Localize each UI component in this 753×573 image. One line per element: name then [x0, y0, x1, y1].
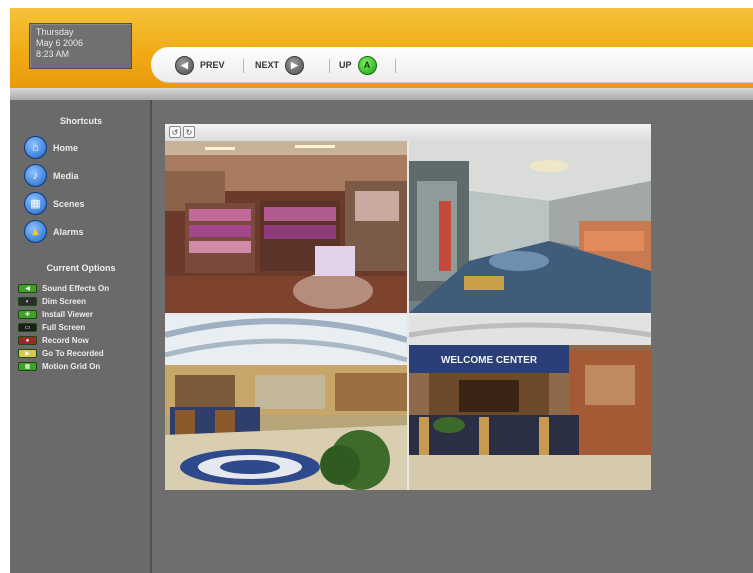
option-go-to-recorded[interactable]: ▶ Go To Recorded	[18, 349, 104, 358]
install-icon: ✚	[18, 310, 37, 319]
current-options-heading: Current Options	[46, 263, 116, 273]
rotate-left-icon[interactable]: ↺	[169, 126, 181, 138]
option-dim-screen[interactable]: ◐ Dim Screen	[18, 297, 86, 306]
prev-button[interactable]: ◀ PREV	[175, 55, 225, 75]
app-window: Thursday May 6 2006 8:23 AM ◀ PREV NEXT …	[10, 8, 753, 573]
option-motion-grid[interactable]: ▦ Motion Grid On	[18, 362, 100, 371]
option-label: Record Now	[42, 336, 89, 345]
chevron-left-icon: ◀	[175, 55, 194, 75]
header-divider	[10, 88, 753, 100]
welcome-center-sign: WELCOME CENTER	[441, 355, 538, 366]
camera-lobby[interactable]	[165, 315, 407, 490]
up-label: UP	[339, 60, 352, 70]
option-label: Motion Grid On	[42, 362, 101, 371]
warning-icon: ▲	[24, 220, 47, 243]
full-screen-icon: ▭	[18, 323, 37, 332]
sound-effects-icon: ◀	[18, 284, 37, 293]
option-label: Go To Recorded	[42, 349, 104, 358]
rotate-right-icon[interactable]: ↻	[183, 126, 195, 138]
shortcut-label: Scenes	[53, 198, 85, 209]
option-label: Full Screen	[42, 323, 86, 332]
nav-divider	[329, 59, 330, 73]
option-record-now[interactable]: ● Record Now	[18, 336, 89, 345]
sidebar: Shortcuts ⌂ Home ♪ Media ▦ Scenes ▲ Alar…	[10, 100, 152, 573]
camera-feed-image	[165, 315, 407, 490]
home-icon: ⌂	[24, 136, 47, 159]
shortcut-alarms[interactable]: ▲ Alarms	[24, 220, 84, 243]
navigation-bar: ◀ PREV NEXT ▶ UP A	[151, 47, 753, 82]
camera-feed-image: WELCOME CENTER	[409, 315, 651, 490]
option-full-screen[interactable]: ▭ Full Screen	[18, 323, 85, 332]
camera-gift-shop[interactable]	[165, 141, 407, 313]
date-label: May 6 2006	[36, 38, 84, 48]
camera-welcome-center[interactable]: WELCOME CENTER	[409, 315, 651, 490]
day-label: Thursday	[36, 27, 74, 37]
recorded-icon: ▶	[18, 349, 37, 358]
shortcut-media[interactable]: ♪ Media	[24, 164, 79, 187]
nav-divider	[395, 59, 396, 73]
option-label: Install Viewer	[42, 310, 93, 319]
camera-corridor[interactable]	[409, 141, 651, 313]
datetime-display: Thursday May 6 2006 8:23 AM	[29, 23, 132, 69]
shortcut-label: Alarms	[53, 226, 84, 237]
next-label: NEXT	[255, 60, 280, 70]
dim-screen-icon: ◐	[18, 297, 37, 306]
shortcut-home[interactable]: ⌂ Home	[24, 136, 78, 159]
option-label: Sound Effects On	[42, 284, 110, 293]
shortcut-scenes[interactable]: ▦ Scenes	[24, 192, 85, 215]
shortcut-label: Home	[53, 142, 79, 153]
chevron-right-icon: ▶	[285, 55, 305, 75]
record-icon: ●	[18, 336, 37, 345]
speaker-icon: ♪	[24, 164, 47, 187]
camera-viewer: ↺ ↻ WELCOME CENTER	[165, 124, 651, 490]
camera-feed-image	[165, 141, 407, 313]
top-bar: Thursday May 6 2006 8:23 AM ◀ PREV NEXT …	[10, 8, 753, 88]
option-sound-effects[interactable]: ◀ Sound Effects On	[18, 284, 109, 293]
scenes-icon: ▦	[24, 192, 47, 215]
camera-feed-image	[409, 141, 651, 313]
viewer-toolbar: ↺ ↻	[165, 124, 651, 141]
shortcuts-heading: Shortcuts	[59, 116, 102, 126]
nav-divider	[243, 59, 244, 73]
option-install-viewer[interactable]: ✚ Install Viewer	[18, 310, 93, 319]
next-button[interactable]: NEXT ▶	[255, 55, 305, 75]
option-label: Dim Screen	[42, 297, 87, 306]
up-icon: A	[357, 55, 377, 75]
motion-grid-icon: ▦	[18, 362, 37, 371]
shortcut-label: Media	[53, 170, 79, 181]
time-label: 8:23 AM	[36, 49, 70, 59]
up-button[interactable]: UP A	[339, 55, 377, 75]
prev-label: PREV	[200, 60, 225, 70]
